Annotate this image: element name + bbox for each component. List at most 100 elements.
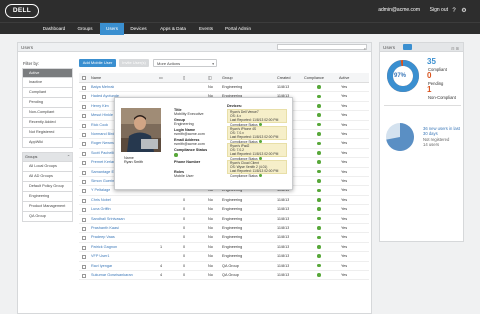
user-name[interactable]: Batya Mehrak	[91, 83, 114, 92]
invite-users-button[interactable]: Invite User(s)	[119, 59, 149, 67]
settings-icon[interactable]: ⚙	[460, 7, 468, 15]
lock-icon: ◫	[208, 76, 212, 80]
more-actions-dropdown[interactable]: More Actions ▾	[153, 59, 217, 67]
user-name[interactable]: VFP User1	[91, 252, 110, 261]
nav-apps-data[interactable]: Apps & Data	[153, 23, 193, 35]
user-name[interactable]: Sandhali Srinivasan	[91, 215, 125, 224]
row-checkbox[interactable]	[82, 274, 86, 278]
header-compliance[interactable]: Compliance	[304, 73, 324, 83]
row-checkbox[interactable]	[82, 161, 86, 166]
user-name[interactable]: Patrick Gagnon	[91, 243, 117, 252]
row-checkbox[interactable]	[82, 151, 86, 156]
user-name[interactable]: Ravi Iyengar	[91, 262, 112, 271]
search-input[interactable]	[277, 44, 367, 50]
filter-item-noncompliant[interactable]: Non-Compliant	[22, 108, 73, 118]
row-checkbox[interactable]	[82, 86, 86, 90]
nav-dashboard[interactable]: Dashboard	[38, 23, 70, 35]
user-name[interactable]: Pradeep Vaas	[91, 233, 115, 242]
group-item-all-ad[interactable]: All AD Groups	[22, 172, 73, 182]
header-name[interactable]: Name	[91, 73, 101, 83]
filter-item-active[interactable]: Active	[22, 68, 73, 78]
user-email[interactable]: admin@acme.com	[378, 7, 420, 13]
table-row[interactable]: VFP User1 0 No Engineering 11/8/13 Yes	[79, 252, 369, 262]
user-name[interactable]: Mesut Hinkle	[91, 111, 113, 120]
table-row[interactable]: Batya Mehrak No Engineering 11/8/13 Yes	[79, 83, 369, 93]
table-row[interactable]: Pradeep Vaas 0 No Engineering 11/8/13 Yes	[79, 233, 369, 243]
row-checkbox[interactable]	[82, 123, 86, 128]
row-checkbox[interactable]	[82, 236, 86, 241]
user-card-icon[interactable]	[403, 44, 412, 50]
nav-events[interactable]: Events	[194, 23, 218, 35]
panel-options-icon[interactable]: ⊟ ⊞	[451, 44, 459, 53]
filter-item-recently-added[interactable]: Recently Added	[22, 118, 73, 128]
user-name[interactable]: Simon Guerino	[91, 177, 116, 186]
add-mobile-user-button[interactable]: Add Mobile User	[79, 59, 116, 67]
filter-item-inactive[interactable]: Inactive	[22, 78, 73, 88]
row-checkbox[interactable]	[82, 264, 86, 269]
device-card[interactable]: Ryan's iPad2 OS: 7.0.2 Last Reported: 11/8…	[227, 143, 287, 161]
filter-sidebar: Filter by: Active Inactive Compliant Pen…	[22, 58, 73, 248]
nav-groups[interactable]: Groups	[71, 23, 99, 35]
table-row[interactable]: Luna Griffin 0 No Engineering 11/8/13 Yes	[79, 205, 369, 215]
table-row[interactable]: Ravi Iyengar 4 0 No QA Group 11/8/13 Yes	[79, 262, 369, 271]
device-card[interactable]: Ryan's Cloud Client OS: Wyse Xenith 2 (4.…	[227, 160, 287, 178]
row-checkbox[interactable]	[82, 217, 86, 222]
device-count: 1	[160, 244, 163, 249]
filter-item-pending[interactable]: Pending	[22, 98, 73, 108]
group-item-product-management[interactable]: Product Management	[22, 202, 73, 212]
header-active[interactable]: Active	[339, 73, 349, 83]
device-card[interactable]: Ryan's Dell Venue7 OS: 4.x Last Reported: …	[227, 109, 287, 127]
user-name[interactable]: Rick Cook	[91, 121, 108, 130]
app-count: 0	[183, 273, 186, 277]
header-created[interactable]: Created	[277, 73, 291, 83]
row-checkbox[interactable]	[82, 170, 86, 175]
select-all-checkbox[interactable]	[82, 76, 86, 80]
row-checkbox[interactable]	[82, 142, 86, 147]
row-checkbox[interactable]	[82, 245, 86, 250]
user-name[interactable]: Sukumar Gowrisankaran	[91, 271, 133, 280]
group-item-default-policy[interactable]: Default Policy Group	[22, 182, 73, 192]
user-name[interactable]: Y Peltalage	[91, 186, 110, 195]
sign-out-link[interactable]: Sign out	[430, 7, 448, 13]
filter-item-compliant[interactable]: Compliant	[22, 88, 73, 98]
row-checkbox[interactable]	[82, 198, 86, 203]
group-item-qa[interactable]: QA Group	[22, 212, 73, 222]
table-row[interactable]: Sandhali Srinivasan 0 No Engineering 11/8/13…	[79, 215, 369, 224]
row-checkbox[interactable]	[82, 208, 86, 213]
user-name[interactable]: Henry Kim	[91, 102, 109, 111]
locked-status: No	[208, 273, 213, 277]
row-checkbox[interactable]	[82, 114, 86, 119]
table-row[interactable]: Patrick Gagnon 1 0 No Engineering 11/8/13 Yes	[79, 243, 369, 253]
group-item-engineering[interactable]: Engineering	[22, 192, 73, 202]
nav-devices[interactable]: Devices	[125, 23, 152, 35]
row-checkbox[interactable]	[82, 255, 86, 260]
row-checkbox[interactable]	[82, 180, 86, 184]
table-row[interactable]: Prashanth Kaasi 0 No Engineering 11/8/13 Yes	[79, 224, 369, 234]
nav-users[interactable]: Users	[100, 23, 124, 35]
user-name[interactable]: Prashanth Kaasi	[91, 224, 119, 233]
compliance-icon	[317, 121, 321, 130]
row-checkbox[interactable]	[82, 227, 86, 231]
groups-header[interactable]: Groups ⌃	[22, 152, 73, 162]
row-checkbox[interactable]	[82, 189, 86, 194]
group-item-all-local[interactable]: All Local Groups	[22, 162, 73, 172]
user-name[interactable]: Normand Bird	[91, 130, 114, 139]
table-row[interactable]: Chris Nobel 0 No Engineering 11/8/13 Yes	[79, 196, 369, 206]
nav-portal-admin[interactable]: Portal Admin	[219, 23, 257, 35]
device-card[interactable]: Ryan's iPhone 4S OS: 7.0.x Last Reported: …	[227, 126, 287, 144]
help-icon[interactable]: ?	[450, 7, 458, 15]
created-date: 11/8/13	[277, 235, 290, 240]
user-name[interactable]: Luna Griffin	[91, 205, 111, 214]
user-name[interactable]: Chris Nobel	[91, 196, 111, 205]
new-users-text: 36 new users in last 30 days	[423, 126, 461, 136]
user-name[interactable]: Scott Pachelli	[91, 149, 114, 158]
table-row[interactable]: Sukumar Gowrisankaran 4 0 No QA Group 11/8/13…	[79, 271, 369, 281]
row-checkbox[interactable]	[82, 104, 86, 109]
row-checkbox[interactable]	[82, 133, 86, 137]
filter-item-not-registered[interactable]: Not Registered	[22, 128, 73, 138]
user-name[interactable]: Premet Kerlan	[91, 158, 115, 167]
search-icon[interactable]: ⌕	[364, 44, 366, 53]
header-group[interactable]: Group	[222, 73, 233, 83]
filter-item-appwiki[interactable]: AppWiki	[22, 138, 73, 148]
row-checkbox[interactable]	[82, 95, 86, 100]
